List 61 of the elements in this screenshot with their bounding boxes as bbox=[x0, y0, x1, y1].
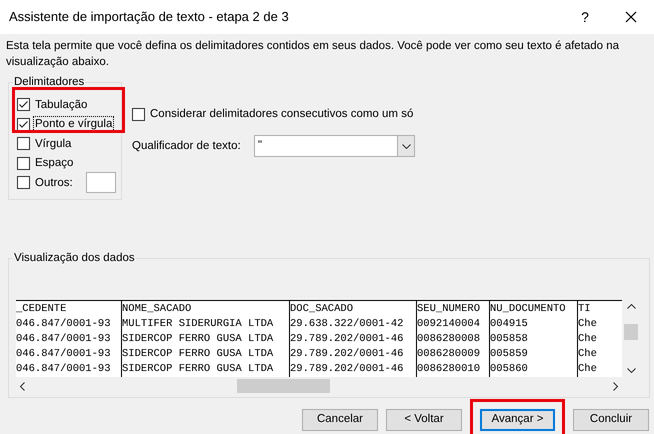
checkbox[interactable] bbox=[17, 156, 30, 170]
table-cell-text: 0086280009 bbox=[417, 347, 482, 362]
checkbox-label[interactable]: Tabulação bbox=[34, 98, 88, 112]
dialog-button[interactable]: Avançar > bbox=[480, 409, 555, 431]
column-header: _CEDENTE bbox=[16, 302, 68, 317]
close-icon bbox=[625, 11, 637, 23]
input-field[interactable] bbox=[86, 172, 116, 194]
table-cell-text: Che bbox=[578, 332, 598, 347]
chevron-down-icon bbox=[626, 368, 636, 373]
table-cell-text: 046.847/0001-93 bbox=[16, 347, 112, 362]
table-cell-text: 29.789.202/0001-46 bbox=[290, 332, 404, 347]
checkbox-label[interactable]: Considerar delimitadores consecutivos como um só bbox=[150, 106, 414, 124]
dialog-button[interactable]: Cancelar bbox=[302, 409, 378, 431]
group-title: Visualização dos dados bbox=[13, 251, 136, 265]
table-cell-text: 005860 bbox=[490, 362, 529, 377]
table-cell-text: 29.789.202/0001-46 bbox=[290, 347, 404, 362]
table-cell-text: 29.638.322/0001-42 bbox=[290, 317, 404, 332]
dialog-button[interactable]: < Voltar bbox=[386, 409, 462, 431]
column-header: SEU_NUMERO bbox=[417, 302, 482, 317]
table-cell-text: Che bbox=[578, 347, 598, 362]
chevron-left-icon bbox=[20, 382, 25, 390]
checkbox-label[interactable]: Outros: bbox=[34, 176, 74, 190]
column-header: NU_DOCUMENTO bbox=[490, 302, 567, 317]
chevron-up-icon bbox=[626, 304, 636, 309]
table-cell-text: MULTIFER SIDERURGIA LTDA bbox=[122, 317, 274, 332]
table-cell-text: 046.847/0001-93 bbox=[16, 317, 112, 332]
table-cell-text: Che bbox=[578, 362, 598, 377]
checkbox[interactable] bbox=[132, 108, 145, 122]
checkbox-label[interactable]: Espaço bbox=[34, 156, 74, 170]
table-cell-text: 0086280010 bbox=[417, 362, 482, 377]
column-header: DOC_SACADO bbox=[290, 302, 354, 317]
scrollbar-thumb[interactable] bbox=[237, 379, 330, 393]
qualifier-dropdown[interactable]: " bbox=[254, 135, 415, 158]
checkbox[interactable] bbox=[17, 118, 30, 131]
checkbox[interactable] bbox=[17, 98, 30, 112]
checkbox[interactable] bbox=[17, 176, 30, 190]
column-header: TI bbox=[578, 302, 592, 317]
table-cell-text: 29.789.202/0001-46 bbox=[290, 362, 404, 377]
column-header: NOME_SACADO bbox=[122, 302, 192, 317]
table-cell-text: 005858 bbox=[490, 332, 529, 347]
table-cell-text: 046.847/0001-93 bbox=[16, 332, 112, 347]
window-title: Assistente de importação de texto - etapa 2 de 3 bbox=[9, 8, 290, 26]
description-text: Esta tela permite que você defina os delimitadores contidos em seus dados. Você pode ver como seu texto é afetado na visualização abaixo. bbox=[5, 39, 620, 70]
table-cell-text: 005859 bbox=[490, 347, 529, 362]
chevron-right-icon bbox=[613, 382, 618, 390]
table-cell-text: 0092140004 bbox=[417, 317, 482, 332]
dialog-button[interactable]: Concluir bbox=[573, 409, 649, 431]
table-cell-text: 046.847/0001-93 bbox=[16, 362, 112, 377]
checkbox[interactable] bbox=[17, 137, 30, 150]
table-cell-text: SIDERCOP FERRO GUSA LTDA bbox=[122, 347, 274, 362]
help-button[interactable]: ? bbox=[562, 0, 608, 34]
table-cell-text: SIDERCOP FERRO GUSA LTDA bbox=[122, 362, 274, 377]
scrollbar-thumb[interactable] bbox=[624, 324, 638, 340]
qualifier-label: Qualificador de texto: bbox=[132, 138, 242, 154]
table-cell-text: 0086280008 bbox=[417, 332, 482, 347]
table-cell-text: 004915 bbox=[490, 317, 529, 332]
checkbox-label[interactable]: Vírgula bbox=[34, 136, 72, 151]
chevron-down-icon bbox=[402, 144, 410, 149]
table-cell-text: Che bbox=[578, 317, 598, 332]
checkbox-label[interactable]: Ponto e vírgula bbox=[34, 117, 114, 132]
table-cell-text: SIDERCOP FERRO GUSA LTDA bbox=[122, 332, 274, 347]
